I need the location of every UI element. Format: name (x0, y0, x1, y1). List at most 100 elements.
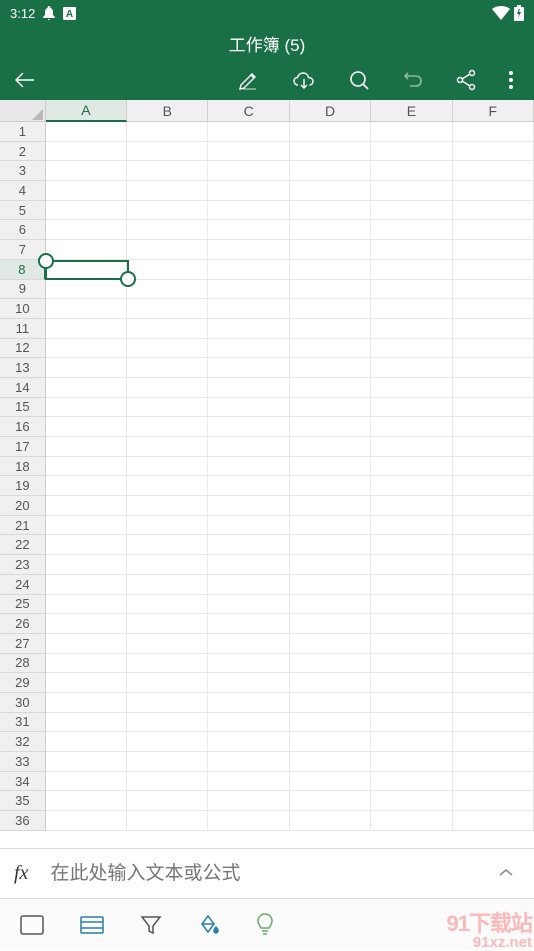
cell[interactable] (371, 142, 452, 162)
cell[interactable] (46, 673, 127, 693)
row-header-11[interactable]: 11 (0, 319, 46, 339)
row-header-32[interactable]: 32 (0, 732, 46, 752)
cell[interactable] (127, 535, 208, 555)
cell[interactable] (453, 437, 534, 457)
cell[interactable] (453, 614, 534, 634)
cell[interactable] (290, 476, 371, 496)
more-button[interactable] (508, 70, 514, 90)
row-header-18[interactable]: 18 (0, 457, 46, 477)
cell[interactable] (371, 772, 452, 792)
cell[interactable] (290, 181, 371, 201)
cell[interactable] (453, 457, 534, 477)
cell[interactable] (46, 535, 127, 555)
row-header-16[interactable]: 16 (0, 417, 46, 437)
cell[interactable] (371, 673, 452, 693)
cell[interactable] (46, 358, 127, 378)
cell[interactable] (127, 575, 208, 595)
cell[interactable] (127, 358, 208, 378)
edit-button[interactable] (238, 69, 260, 91)
cell[interactable] (208, 791, 289, 811)
row-header-2[interactable]: 2 (0, 142, 46, 162)
cell[interactable] (371, 201, 452, 221)
cell[interactable] (46, 772, 127, 792)
cell[interactable] (208, 457, 289, 477)
cell[interactable] (290, 791, 371, 811)
cell[interactable] (453, 398, 534, 418)
cell[interactable] (453, 358, 534, 378)
cell[interactable] (371, 319, 452, 339)
cell[interactable] (46, 161, 127, 181)
cell[interactable] (127, 280, 208, 300)
card-view-button[interactable] (20, 915, 44, 935)
cell[interactable] (290, 654, 371, 674)
cell[interactable] (290, 811, 371, 831)
cell[interactable] (290, 752, 371, 772)
cell[interactable] (46, 417, 127, 437)
cell[interactable] (46, 122, 127, 142)
cell[interactable] (127, 181, 208, 201)
col-header-D[interactable]: D (290, 100, 371, 121)
cell[interactable] (453, 122, 534, 142)
cell[interactable] (290, 358, 371, 378)
cell[interactable] (46, 280, 127, 300)
cell[interactable] (290, 575, 371, 595)
cell[interactable] (127, 752, 208, 772)
row-header-28[interactable]: 28 (0, 654, 46, 674)
cell[interactable] (453, 713, 534, 733)
row-header-15[interactable]: 15 (0, 398, 46, 418)
cell[interactable] (208, 181, 289, 201)
row-header-14[interactable]: 14 (0, 378, 46, 398)
cell[interactable] (127, 555, 208, 575)
cell[interactable] (208, 516, 289, 536)
row-header-30[interactable]: 30 (0, 693, 46, 713)
cell[interactable] (371, 299, 452, 319)
cell[interactable] (208, 220, 289, 240)
cell[interactable] (290, 496, 371, 516)
select-all-corner[interactable] (0, 100, 46, 121)
cell[interactable] (46, 437, 127, 457)
cell[interactable] (46, 791, 127, 811)
cell[interactable] (127, 654, 208, 674)
row-header-6[interactable]: 6 (0, 220, 46, 240)
row-header-27[interactable]: 27 (0, 634, 46, 654)
cell[interactable] (46, 595, 127, 615)
cell[interactable] (290, 339, 371, 359)
cell[interactable] (371, 575, 452, 595)
cell[interactable] (453, 555, 534, 575)
cell[interactable] (371, 280, 452, 300)
cell[interactable] (46, 614, 127, 634)
cell[interactable] (371, 555, 452, 575)
cell[interactable] (127, 732, 208, 752)
cell[interactable] (290, 457, 371, 477)
row-header-24[interactable]: 24 (0, 575, 46, 595)
cell[interactable] (290, 161, 371, 181)
cell[interactable] (208, 555, 289, 575)
grid-body[interactable]: 1234567891011121314151617181920212223242… (0, 122, 534, 848)
cell[interactable] (290, 555, 371, 575)
cell[interactable] (127, 319, 208, 339)
cell[interactable] (208, 358, 289, 378)
cell[interactable] (127, 260, 208, 280)
cell[interactable] (46, 201, 127, 221)
cell[interactable] (46, 516, 127, 536)
cell[interactable] (371, 516, 452, 536)
back-button[interactable] (14, 69, 36, 91)
cell[interactable] (453, 299, 534, 319)
cell[interactable] (290, 240, 371, 260)
cell[interactable] (290, 417, 371, 437)
cell[interactable] (453, 201, 534, 221)
cell[interactable] (290, 535, 371, 555)
undo-button[interactable] (402, 69, 424, 91)
row-header-26[interactable]: 26 (0, 614, 46, 634)
cell[interactable] (453, 634, 534, 654)
cell[interactable] (371, 358, 452, 378)
row-header-19[interactable]: 19 (0, 476, 46, 496)
cell[interactable] (46, 693, 127, 713)
search-button[interactable] (348, 69, 370, 91)
cell[interactable] (453, 535, 534, 555)
cell[interactable] (290, 280, 371, 300)
fill-button[interactable] (198, 914, 220, 936)
cell[interactable] (127, 811, 208, 831)
row-header-22[interactable]: 22 (0, 535, 46, 555)
cell[interactable] (290, 142, 371, 162)
